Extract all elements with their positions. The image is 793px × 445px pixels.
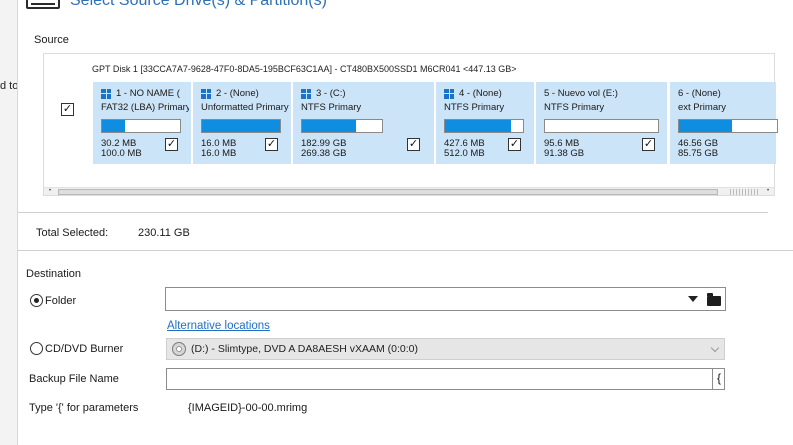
partition-name: 6 - (None) — [678, 88, 721, 99]
partition-type: NTFS Primary — [444, 102, 505, 113]
checkmark-icon: ✓ — [643, 138, 654, 150]
partition-checkbox[interactable]: ✓ — [265, 138, 278, 151]
partition-name: 5 - Nuevo vol (E:) — [544, 88, 618, 99]
partition-usage-bar — [301, 119, 383, 133]
partition-usage-bar — [201, 119, 281, 133]
backup-file-name-input[interactable] — [166, 368, 725, 390]
partition-total-size: 100.0 MB — [101, 148, 142, 159]
optical-disc-icon — [172, 342, 186, 356]
windows-icon — [101, 88, 111, 99]
partition-name: 2 - (None) — [216, 88, 259, 99]
total-selected-value: 230.11 GB — [138, 227, 190, 239]
partition-tile[interactable]: 6 - (None) ext Primary 46.56 GB 85.75 GB — [670, 82, 778, 164]
scroll-right-icon[interactable]: • — [762, 188, 774, 195]
partition-total-size: 269.38 GB — [301, 148, 347, 159]
cd-dvd-burner-label: CD/DVD Burner — [45, 343, 124, 355]
partition-tile[interactable]: 4 - (None) NTFS Primary 427.6 MB 512.0 MB ✓ — [436, 82, 534, 164]
checkmark-icon: ✓ — [62, 103, 73, 115]
partition-heading: 5 - Nuevo vol (E:) — [544, 88, 618, 99]
folder-radio[interactable] — [30, 294, 43, 307]
horizontal-scrollbar[interactable]: • • — [44, 187, 774, 195]
windows-icon — [444, 88, 454, 99]
partition-usage-fill — [445, 120, 511, 132]
cd-dvd-burner-value: (D:) - Slimtype, DVD A DA8AESH vXAAM (0:… — [191, 343, 418, 355]
scrollbar-thumb[interactable] — [58, 189, 718, 195]
partition-heading: 3 - (C:) — [301, 88, 346, 99]
partition-tile[interactable]: 3 - (C:) NTFS Primary 182.99 GB 269.38 GB ✓ — [293, 82, 434, 164]
checkmark-icon: ✓ — [408, 138, 419, 150]
folder-label: Folder — [45, 295, 77, 307]
disk-title: GPT Disk 1 [33CCA7A7-9628-47F0-8DA5-195B… — [92, 64, 517, 74]
backup-file-name-label: Backup File Name — [29, 373, 119, 385]
partition-heading: 2 - (None) — [201, 88, 259, 99]
parameters-button[interactable]: { — [712, 369, 725, 389]
partition-type: FAT32 (LBA) Primary — [101, 102, 189, 113]
windows-icon — [201, 88, 211, 99]
checkmark-icon: ✓ — [509, 138, 520, 150]
partition-usage-bar — [544, 119, 659, 133]
divider — [18, 250, 793, 251]
partition-type: NTFS Primary — [301, 102, 362, 113]
partition-heading: 6 - (None) — [678, 88, 721, 99]
partition-checkbox[interactable]: ✓ — [642, 138, 655, 151]
partition-total-size: 85.75 GB — [678, 148, 719, 159]
backup-dialog: Select Source Drive(s) & Partition(s) So… — [17, 0, 793, 445]
alternative-locations-link[interactable]: Alternative locations — [167, 320, 270, 332]
dialog-header: Select Source Drive(s) & Partition(s) — [26, 0, 327, 10]
folder-path-input[interactable] — [165, 287, 726, 311]
dropdown-arrow-icon[interactable] — [688, 296, 698, 302]
partition-checkbox[interactable]: ✓ — [165, 138, 178, 151]
cd-dvd-burner-radio[interactable] — [30, 342, 43, 355]
partition-usage-fill — [102, 120, 126, 132]
partition-usage-bar — [678, 119, 778, 133]
partition-name: 1 - NO NAME ( — [116, 88, 180, 99]
partition-usage-fill — [202, 120, 280, 132]
hard-drive-icon — [26, 0, 60, 9]
partition-type: ext Primary — [678, 102, 727, 113]
divider — [18, 212, 768, 213]
parameters-hint-label: Type '{' for parameters — [29, 402, 139, 414]
total-selected-label: Total Selected: — [36, 227, 109, 239]
partition-usage-fill — [302, 120, 357, 132]
checkmark-icon: ✓ — [166, 138, 177, 150]
partition-usage-bar — [101, 119, 181, 133]
chevron-down-icon[interactable] — [710, 343, 720, 353]
background-text-fragment: d to — [0, 80, 19, 92]
folder-icon[interactable] — [707, 293, 721, 306]
source-label: Source — [34, 34, 69, 46]
partition-checkbox[interactable]: ✓ — [508, 138, 521, 151]
cd-dvd-burner-select[interactable]: (D:) - Slimtype, DVD A DA8AESH vXAAM (0:… — [166, 338, 725, 360]
backup-filename-preview: {IMAGEID}-00-00.mrimg — [188, 402, 308, 414]
partition-name: 3 - (C:) — [316, 88, 346, 99]
partition-total-size: 512.0 MB — [444, 148, 485, 159]
dialog-title: Select Source Drive(s) & Partition(s) — [70, 0, 327, 9]
partition-usage-fill — [679, 120, 732, 132]
windows-icon — [301, 88, 311, 99]
partition-heading: 4 - (None) — [444, 88, 502, 99]
partition-name: 4 - (None) — [459, 88, 502, 99]
partition-tile[interactable]: 5 - Nuevo vol (E:) NTFS Primary 95.6 MB 91.… — [536, 82, 667, 164]
partition-usage-bar — [444, 119, 524, 133]
source-disk-panel: GPT Disk 1 [33CCA7A7-9628-47F0-8DA5-195B… — [43, 53, 778, 196]
partition-tile[interactable]: 2 - (None) Unformatted Primary 16.0 MB 16.0… — [193, 82, 291, 164]
partition-total-size: 91.38 GB — [544, 148, 585, 159]
partition-heading: 1 - NO NAME ( — [101, 88, 180, 99]
destination-label: Destination — [26, 268, 82, 280]
disk-checkbox[interactable]: ✓ — [61, 103, 74, 116]
partition-total-size: 16.0 MB — [201, 148, 237, 159]
partition-type: NTFS Primary — [544, 102, 605, 113]
scroll-left-icon[interactable]: • — [44, 188, 56, 195]
partition-type: Unformatted Primary — [201, 102, 289, 113]
partition-checkbox[interactable]: ✓ — [407, 138, 420, 151]
partition-tile[interactable]: 1 - NO NAME (FAT32 (LBA) Primary 30.2 MB 1… — [93, 82, 191, 164]
scrollbar-grip — [730, 189, 760, 195]
checkmark-icon: ✓ — [266, 138, 277, 150]
